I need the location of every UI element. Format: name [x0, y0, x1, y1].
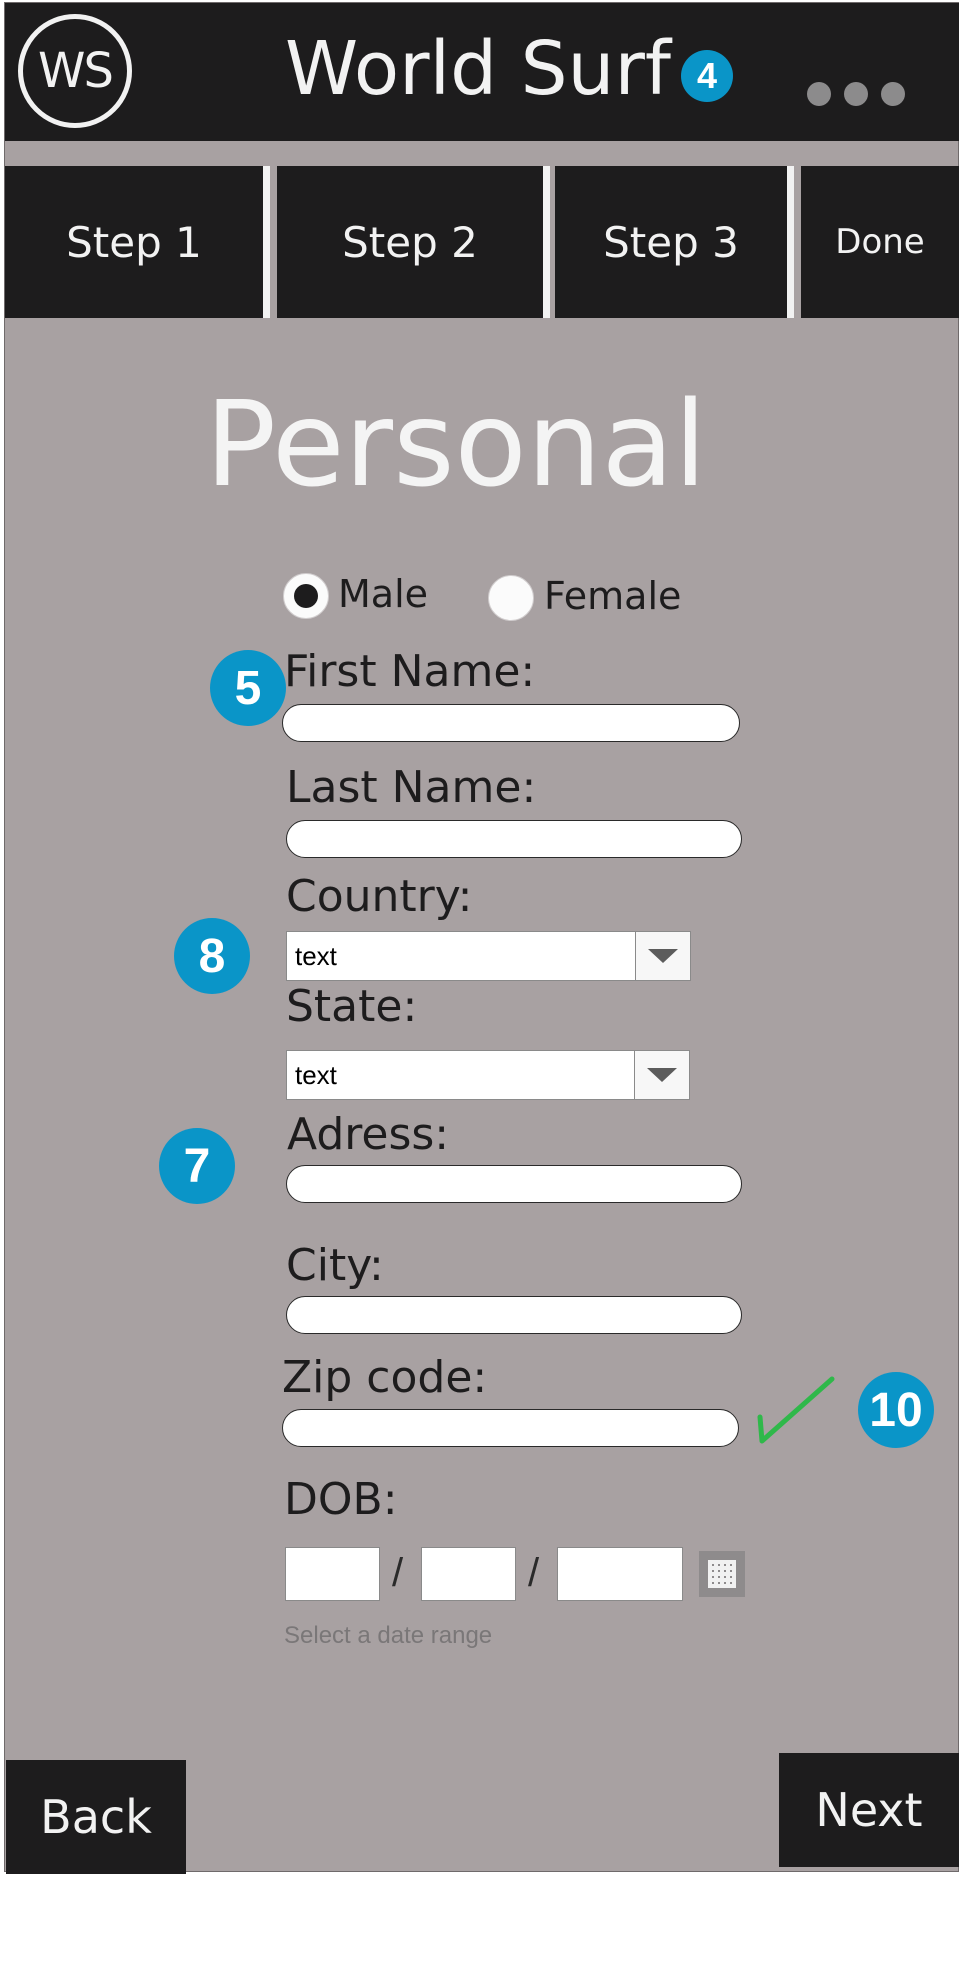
tab-step-3[interactable]: Step 3 — [555, 166, 787, 318]
country-label: Country: — [286, 871, 473, 922]
app-title: World Surf — [285, 26, 671, 112]
dob-label: DOB: — [284, 1474, 398, 1525]
tab-divider — [787, 166, 794, 318]
more-dot — [881, 82, 905, 106]
annotation-badge-7: 7 — [159, 1128, 235, 1204]
annotation-badge-8: 8 — [174, 918, 250, 994]
state-select-value: text — [287, 1051, 635, 1099]
checkmark-icon — [757, 1376, 835, 1444]
step-tabs: Step 1 Step 2 Step 3 Done — [5, 166, 959, 318]
more-dot — [844, 82, 868, 106]
female-label: Female — [544, 574, 682, 618]
male-radio[interactable] — [283, 573, 329, 619]
city-field[interactable] — [286, 1296, 742, 1334]
female-radio[interactable] — [488, 575, 534, 621]
app-logo[interactable]: WS — [18, 14, 132, 128]
tab-step-1[interactable]: Step 1 — [5, 166, 263, 318]
next-button[interactable]: Next — [779, 1753, 959, 1867]
tab-divider — [263, 166, 270, 318]
calendar-icon[interactable] — [699, 1551, 745, 1597]
last-name-label: Last Name: — [286, 762, 537, 813]
page-title: Personal — [205, 375, 707, 513]
back-button[interactable]: Back — [6, 1760, 186, 1874]
city-label: City: — [286, 1240, 384, 1291]
zip-code-label: Zip code: — [282, 1352, 488, 1403]
more-dot — [807, 82, 831, 106]
country-select-value: text — [287, 932, 636, 980]
date-hint: Select a date range — [284, 1622, 493, 1649]
dob-month-field[interactable] — [285, 1547, 380, 1601]
annotation-badge-10: 10 — [858, 1372, 934, 1448]
state-select[interactable]: text — [286, 1050, 690, 1100]
radio-selected-dot — [294, 584, 318, 608]
date-separator: / — [528, 1551, 540, 1595]
tab-step-2[interactable]: Step 2 — [277, 166, 543, 318]
first-name-field[interactable] — [282, 704, 740, 742]
address-label: Adress: — [287, 1109, 450, 1160]
tab-done[interactable]: Done — [801, 166, 959, 318]
chevron-down-icon[interactable] — [635, 1051, 689, 1099]
country-select[interactable]: text — [286, 931, 691, 981]
tab-divider — [543, 166, 550, 318]
chevron-down-icon[interactable] — [636, 932, 690, 980]
date-separator: / — [392, 1551, 404, 1595]
state-label: State: — [286, 981, 418, 1032]
address-field[interactable] — [286, 1165, 742, 1203]
male-label: Male — [338, 572, 429, 616]
more-menu-icon[interactable] — [807, 82, 905, 106]
zip-code-field[interactable] — [282, 1409, 739, 1447]
dob-year-field[interactable] — [557, 1547, 683, 1601]
dob-day-field[interactable] — [421, 1547, 516, 1601]
annotation-badge-5: 5 — [210, 650, 286, 726]
notification-badge: 4 — [681, 50, 733, 102]
last-name-field[interactable] — [286, 820, 742, 858]
first-name-label: First Name: — [284, 646, 536, 697]
